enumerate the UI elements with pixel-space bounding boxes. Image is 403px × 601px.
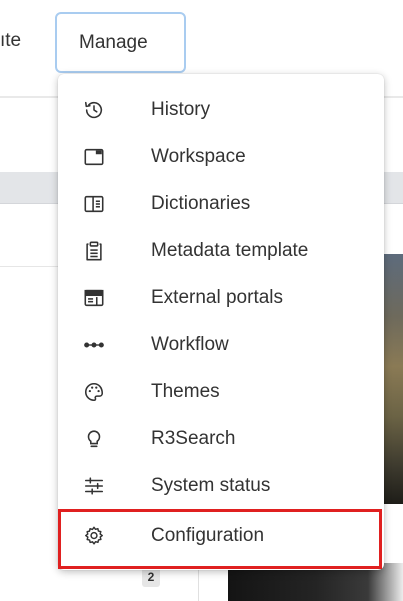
- menu-item-label: System status: [151, 475, 271, 496]
- external-portals-icon: [83, 287, 105, 309]
- menu-item-label: Dictionaries: [151, 193, 251, 214]
- menu-item-label: Workflow: [151, 334, 229, 355]
- menu-item-label: Workspace: [151, 146, 246, 167]
- menu-item-workflow[interactable]: Workflow: [58, 322, 384, 368]
- menu-item-label: R3Search: [151, 428, 236, 449]
- manage-dropdown-menu: History Workspace Dictionaries Metadata …: [58, 74, 384, 570]
- menu-item-system-status[interactable]: System status: [58, 463, 384, 509]
- menu-item-workspace[interactable]: Workspace: [58, 134, 384, 180]
- menu-item-label: Metadata template: [151, 240, 309, 261]
- workspace-icon: [83, 146, 105, 168]
- menu-item-label: Themes: [151, 381, 220, 402]
- metadata-template-icon: [83, 240, 105, 262]
- workflow-icon: [83, 334, 105, 356]
- system-status-icon: [83, 475, 105, 497]
- menu-item-label: Configuration: [151, 525, 265, 546]
- configuration-icon: [83, 525, 105, 547]
- divider: [0, 266, 60, 267]
- thumbnail-image[interactable]: [384, 254, 403, 504]
- menu-item-history[interactable]: History: [58, 87, 384, 133]
- r3search-icon: [83, 428, 105, 450]
- history-icon: [83, 99, 105, 121]
- manage-menu-button[interactable]: Manage: [55, 12, 186, 73]
- nav-tab-previous[interactable]: ıte: [0, 30, 21, 52]
- menu-item-themes[interactable]: Themes: [58, 369, 384, 415]
- dictionaries-icon: [83, 193, 105, 215]
- menu-item-external-portals[interactable]: External portals: [58, 275, 384, 321]
- menu-item-label: History: [151, 99, 211, 120]
- themes-icon: [83, 381, 105, 403]
- count-badge: 2: [142, 567, 160, 587]
- menu-item-metadata-template[interactable]: Metadata template: [58, 228, 384, 274]
- menu-item-configuration[interactable]: Configuration: [58, 513, 384, 559]
- menu-item-label: External portals: [151, 287, 284, 308]
- menu-item-r3search[interactable]: R3Search: [58, 416, 384, 462]
- menu-item-dictionaries[interactable]: Dictionaries: [58, 181, 384, 227]
